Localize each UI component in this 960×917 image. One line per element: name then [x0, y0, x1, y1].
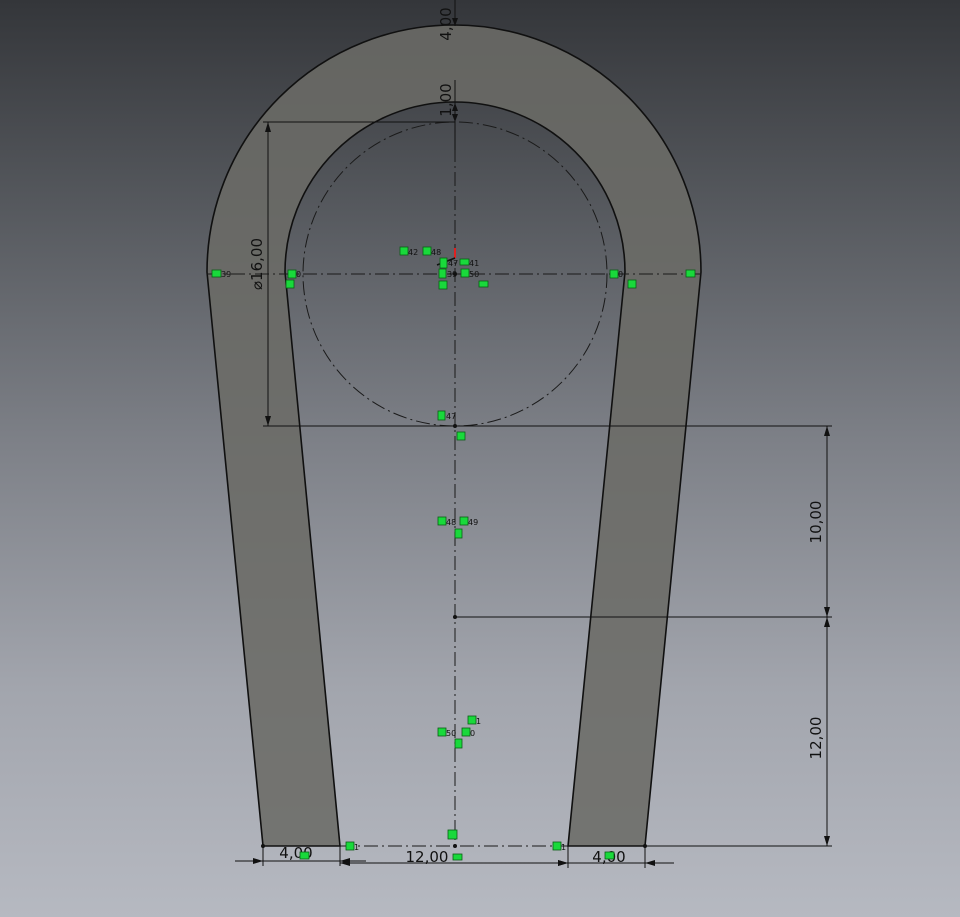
coincident-relation-icon	[552, 841, 562, 851]
svg-text:47: 47	[446, 412, 456, 421]
dimension-text: 4,00	[437, 7, 455, 40]
svg-text:48: 48	[446, 518, 456, 527]
coincident-relation-icon	[460, 268, 470, 278]
svg-text:39: 39	[221, 270, 231, 279]
sketch-canvas[interactable]: 4,00 1,00 ⌀16,00 10,00 12,00 4,00 12,00 …	[0, 0, 960, 917]
tangent-relation-icon	[438, 280, 448, 290]
coincident-relation-icon	[437, 516, 447, 526]
dimension-vertical-lower[interactable]: 12,00	[645, 617, 832, 847]
svg-text:47: 47	[448, 259, 458, 268]
tangent-relation-icon	[627, 279, 637, 289]
svg-text:0: 0	[296, 270, 301, 279]
svg-text:50: 50	[469, 270, 479, 279]
dimension-text: ⌀16,00	[248, 238, 266, 290]
part-profile[interactable]	[206, 24, 702, 847]
coincident-relation-icon	[345, 841, 355, 851]
dimension-text: 12,00	[406, 848, 449, 866]
dimension-top-gap[interactable]: 1,00	[437, 80, 458, 150]
coincident-relation-icon	[609, 269, 619, 279]
vertical-relation-icon	[454, 738, 463, 749]
vertical-relation-icon	[439, 257, 448, 269]
coincident-relation-icon	[422, 246, 432, 256]
svg-text:1: 1	[476, 717, 481, 726]
svg-text:1: 1	[561, 843, 566, 852]
horizontal-relation-icon	[604, 851, 615, 860]
svg-text:1: 1	[354, 843, 359, 852]
coincident-relation-icon	[467, 715, 477, 725]
dimension-text: 10,00	[807, 501, 825, 544]
coincident-relation-icon	[459, 516, 469, 526]
svg-text:50: 50	[446, 729, 456, 738]
svg-text:0: 0	[470, 729, 475, 738]
vertical-relation-icon	[438, 268, 447, 279]
horizontal-relation-icon	[459, 258, 470, 266]
coincident-relation-icon	[437, 727, 447, 737]
tangent-relation-icon	[285, 279, 295, 289]
horizontal-relation-icon	[685, 269, 696, 278]
coincident-relation-icon	[447, 829, 458, 840]
horizontal-relation-icon	[211, 269, 222, 278]
sketch-viewport[interactable]: 4,00 1,00 ⌀16,00 10,00 12,00 4,00 12,00 …	[0, 0, 960, 917]
coincident-relation-icon	[287, 269, 297, 279]
dimension-top-wall[interactable]: 4,00	[437, 0, 458, 41]
horizontal-relation-icon	[452, 853, 463, 861]
dimension-text: 12,00	[807, 717, 825, 760]
svg-text:41: 41	[469, 259, 479, 268]
horizontal-relation-icon	[478, 280, 489, 288]
sketch-point	[453, 844, 457, 848]
tangent-relation-icon	[456, 431, 466, 441]
svg-text:39: 39	[447, 270, 457, 279]
svg-text:48: 48	[431, 248, 441, 257]
horizontal-relation-icon	[299, 851, 310, 860]
svg-text:49: 49	[468, 518, 478, 527]
dimension-text: 1,00	[437, 83, 455, 116]
svg-text:42: 42	[408, 248, 418, 257]
vertical-relation-icon	[454, 528, 463, 539]
coincident-relation-icon	[461, 727, 471, 737]
svg-text:0: 0	[618, 270, 623, 279]
coincident-relation-icon	[399, 246, 409, 256]
vertical-relation-icon	[437, 410, 446, 421]
